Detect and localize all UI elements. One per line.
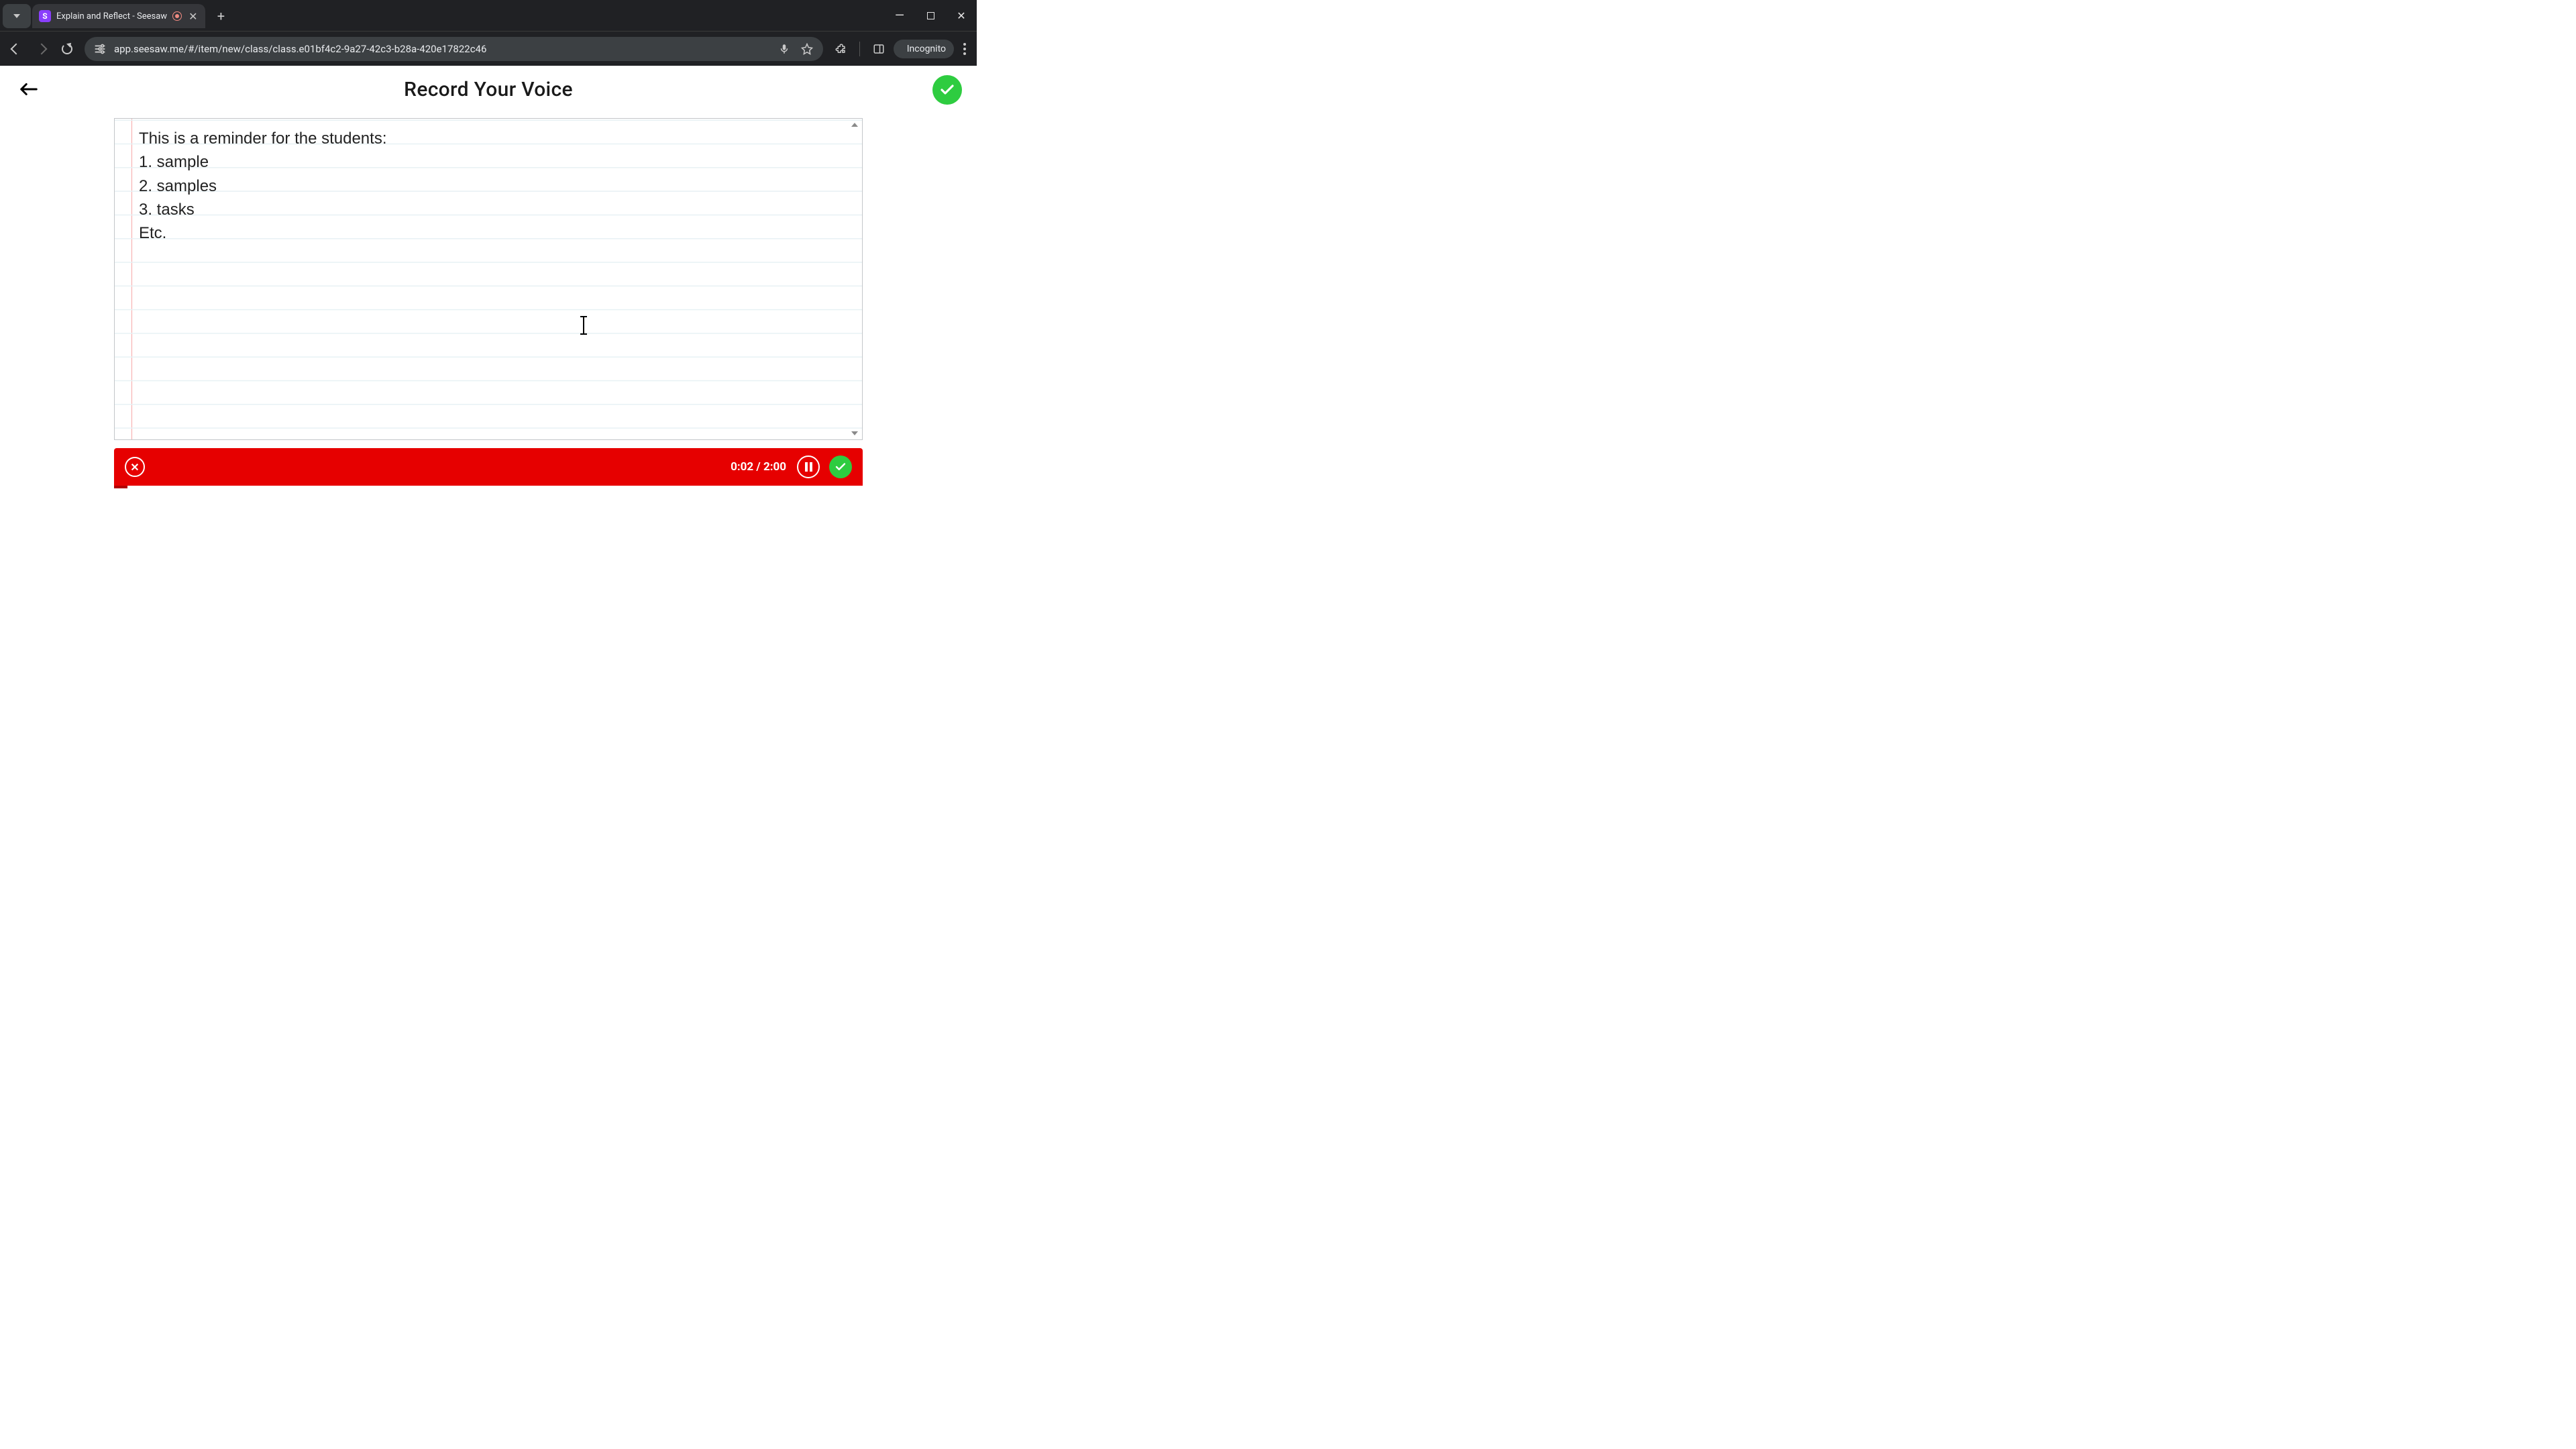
chrome-menu-button[interactable] xyxy=(957,43,973,55)
voice-search-button[interactable] xyxy=(776,43,792,55)
page-title: Record Your Voice xyxy=(404,78,573,101)
confirm-button[interactable] xyxy=(932,75,962,105)
tab-favicon: S xyxy=(39,10,51,22)
tune-icon xyxy=(93,42,107,56)
tab-close-button[interactable]: ✕ xyxy=(187,10,199,23)
toolbar-separator xyxy=(859,42,860,56)
new-tab-button[interactable]: + xyxy=(211,6,231,26)
scroll-up-icon[interactable] xyxy=(851,123,858,127)
check-icon xyxy=(939,82,955,98)
window-minimize-button[interactable]: — xyxy=(884,0,915,31)
star-icon xyxy=(801,43,813,55)
app-header: Record Your Voice xyxy=(0,66,977,113)
arrow-left-icon xyxy=(19,80,39,98)
recorder-pause-button[interactable] xyxy=(797,455,820,478)
recorder-cancel-button[interactable]: ✕ xyxy=(125,457,145,477)
recording-indicator-icon xyxy=(172,11,182,21)
reload-icon xyxy=(62,44,72,54)
pause-icon xyxy=(805,462,808,472)
browser-titlebar: S Explain and Reflect - Seesaw ✕ + — ✕ xyxy=(0,0,977,31)
scroll-down-icon[interactable] xyxy=(851,431,858,435)
recorder-bar: ✕ 0:02 / 2:00 xyxy=(114,448,863,486)
nav-reload-button[interactable] xyxy=(55,37,79,61)
tab-title: Explain and Reflect - Seesaw xyxy=(56,11,167,21)
recorder-progress xyxy=(114,486,127,488)
browser-tab[interactable]: S Explain and Reflect - Seesaw ✕ xyxy=(32,4,205,28)
text-cursor-icon xyxy=(583,317,584,333)
arrow-right-icon xyxy=(36,43,48,54)
recorder-time: 0:02 / 2:00 xyxy=(731,460,786,474)
nav-back-button[interactable] xyxy=(4,37,28,61)
back-button[interactable] xyxy=(19,80,39,98)
url-text: app.seesaw.me/#/item/new/class/class.e01… xyxy=(114,43,769,55)
puzzle-icon xyxy=(835,43,847,55)
nav-forward-button[interactable] xyxy=(30,37,54,61)
address-bar[interactable]: app.seesaw.me/#/item/new/class/class.e01… xyxy=(85,37,823,61)
site-info-button[interactable] xyxy=(93,42,107,56)
window-maximize-button[interactable] xyxy=(915,0,946,31)
incognito-indicator[interactable]: Incognito xyxy=(894,40,954,58)
incognito-label: Incognito xyxy=(907,44,946,54)
bookmark-button[interactable] xyxy=(799,43,815,55)
microphone-icon xyxy=(778,43,790,55)
tab-search-button[interactable] xyxy=(3,4,31,28)
app-content: Record Your Voice This is a reminder for… xyxy=(0,66,977,547)
side-panel-button[interactable] xyxy=(867,37,891,61)
recorder-done-button[interactable] xyxy=(829,455,852,478)
sidepanel-icon xyxy=(873,43,885,55)
browser-toolbar: app.seesaw.me/#/item/new/class/class.e01… xyxy=(0,31,977,66)
chevron-down-icon xyxy=(13,14,20,18)
arrow-left-icon xyxy=(11,43,22,54)
window-close-button[interactable]: ✕ xyxy=(946,0,977,31)
window-controls: — ✕ xyxy=(884,0,977,31)
note-canvas[interactable]: This is a reminder for the students: 1. … xyxy=(114,118,863,440)
check-icon xyxy=(835,461,847,473)
extensions-button[interactable] xyxy=(828,37,853,61)
note-text: This is a reminder for the students: 1. … xyxy=(115,119,862,253)
